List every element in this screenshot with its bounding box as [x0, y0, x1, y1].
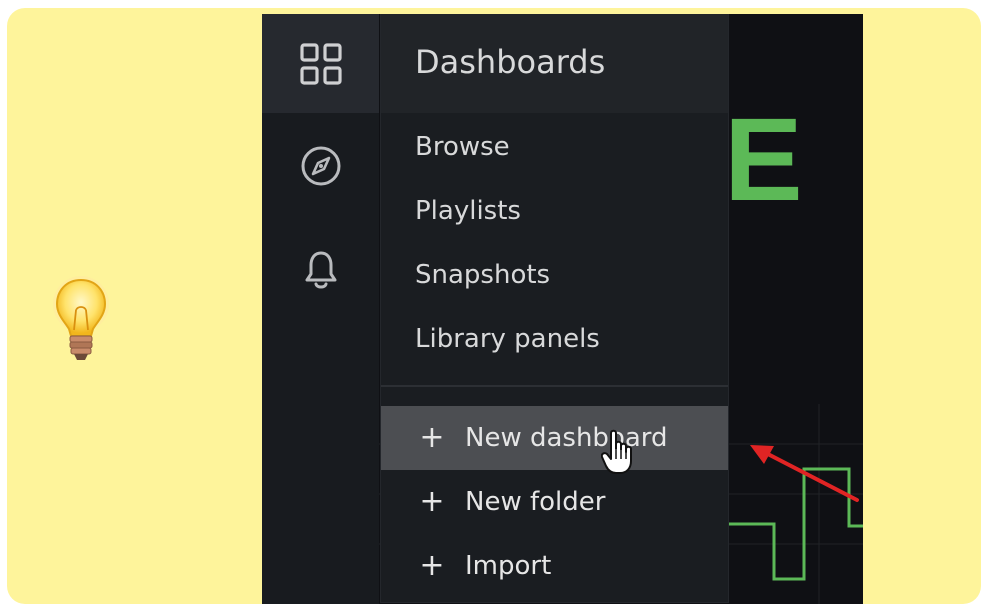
- plus-icon: +: [419, 548, 445, 583]
- dashboards-dropdown-menu: Dashboards Browse Playlists Snapshots Li…: [381, 14, 728, 602]
- dashboards-grid-icon: [299, 43, 342, 85]
- sidebar-item-alerting[interactable]: [262, 248, 379, 292]
- new-dashboard-label: New dashboard: [465, 423, 668, 453]
- plus-icon: +: [419, 484, 445, 519]
- red-arrow-annotation-icon: [750, 445, 859, 502]
- menu-title[interactable]: Dashboards: [415, 43, 605, 81]
- menu-item-library-panels[interactable]: Library panels: [415, 324, 600, 354]
- explore-compass-icon: [301, 146, 340, 186]
- new-folder-button[interactable]: + New folder: [381, 470, 728, 534]
- tip-callout: INE: [7, 8, 981, 604]
- grafana-screenshot: INE: [262, 14, 863, 604]
- new-dashboard-button[interactable]: + New dashboard: [381, 406, 728, 470]
- menu-item-browse[interactable]: Browse: [415, 132, 510, 162]
- sidebar-item-explore[interactable]: [262, 144, 379, 188]
- sidebar-item-dashboards[interactable]: [262, 42, 379, 86]
- import-button[interactable]: + Import: [381, 534, 728, 598]
- plus-icon: +: [419, 420, 445, 455]
- hand-pointer-cursor-icon: [601, 429, 632, 474]
- lightbulb-icon: [53, 276, 109, 360]
- sidebar-rail: [262, 14, 379, 604]
- alerting-bell-icon: [305, 251, 336, 289]
- menu-item-playlists[interactable]: Playlists: [415, 196, 521, 226]
- menu-item-snapshots[interactable]: Snapshots: [415, 260, 550, 290]
- menu-divider: [381, 385, 728, 387]
- menu-header: Dashboards: [381, 14, 728, 113]
- new-folder-label: New folder: [465, 487, 606, 517]
- import-label: Import: [465, 551, 552, 581]
